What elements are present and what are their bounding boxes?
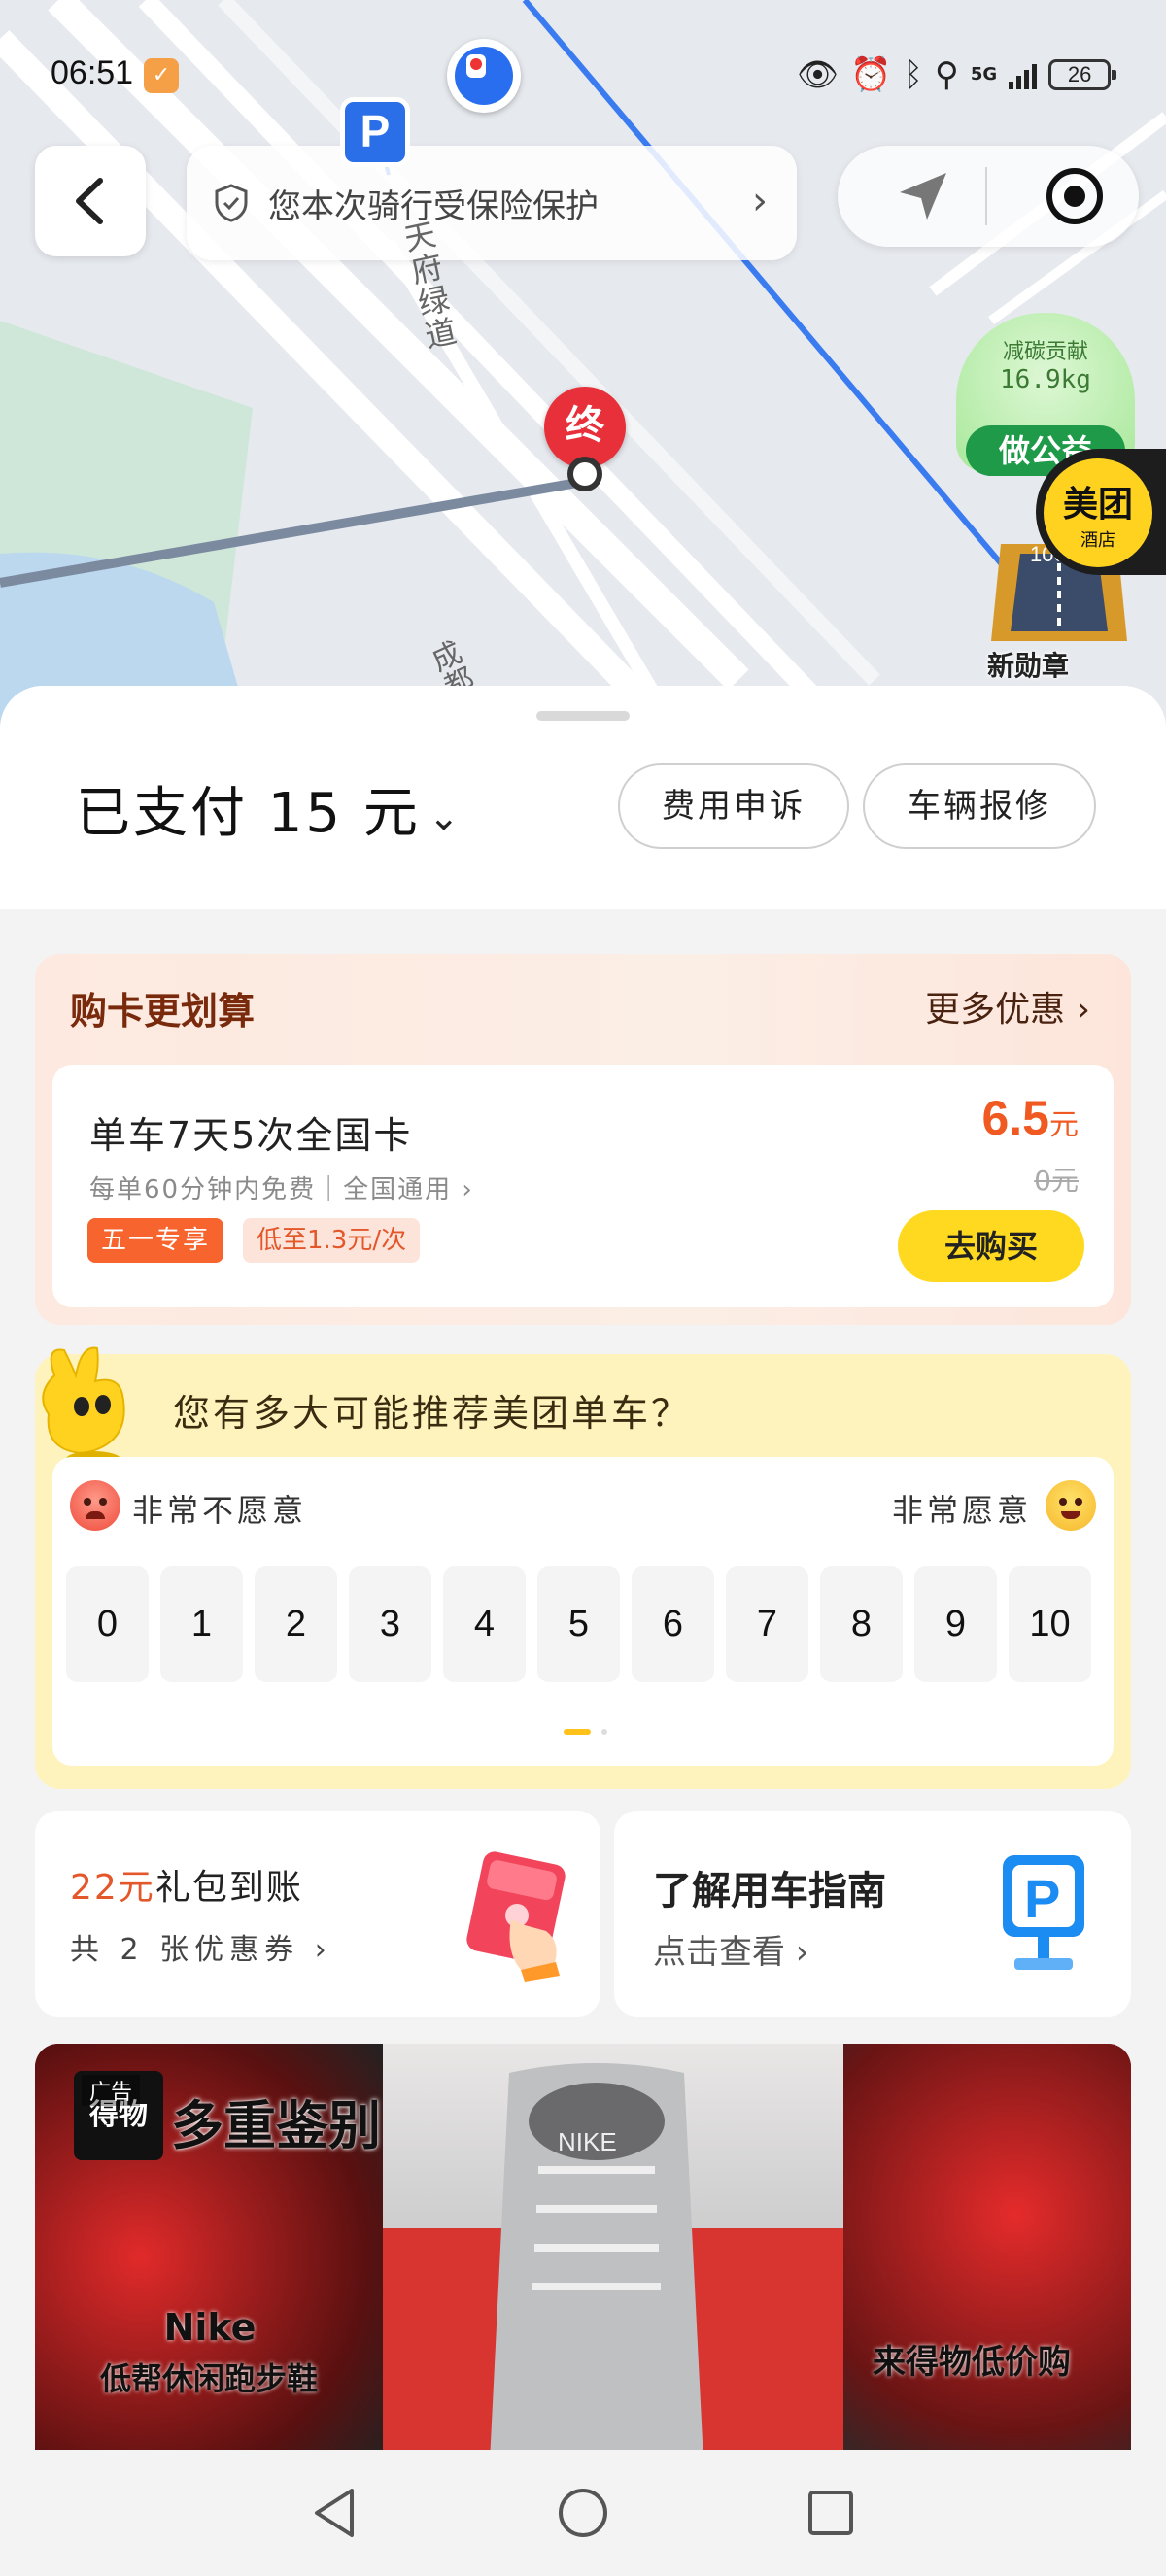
mascot-icon — [42, 1346, 125, 1467]
carousel-indicator — [564, 1721, 608, 1740]
guide-subtitle: 点击查看 › — [653, 1933, 809, 1972]
recenter-icon[interactable] — [1042, 163, 1108, 229]
location-icon: ⚲ — [934, 55, 959, 94]
score-option[interactable]: 3 — [349, 1566, 431, 1682]
gift-pack-icon — [466, 1851, 566, 1982]
bike-repair-button[interactable]: 车辆报修 — [863, 763, 1096, 849]
ad-product-brand: Nike — [163, 2306, 257, 2349]
chevron-right-icon: › — [752, 179, 768, 223]
carbon-value: 16.9kg — [1000, 365, 1091, 394]
ride-card-item[interactable]: 单车7天5次全国卡 每单60分钟内免费｜全国通用 › 五一专享 低至1.3元/次… — [52, 1065, 1114, 1307]
score-option[interactable]: 9 — [914, 1566, 997, 1682]
medal-label: 新勋章 — [987, 650, 1070, 682]
low-price-tag: 低至1.3元/次 — [243, 1218, 421, 1263]
more-offers-link[interactable]: 更多优惠 › — [925, 981, 1090, 1032]
special-tag: 五一专享 — [87, 1218, 224, 1263]
score-option[interactable]: 0 — [66, 1566, 149, 1682]
eye-icon: 👁 — [797, 55, 840, 94]
end-point-icon — [567, 457, 602, 491]
paid-amount[interactable]: 已支付 15 元 ⌄ — [76, 769, 463, 848]
angry-face-icon — [70, 1480, 120, 1531]
chevron-left-icon — [76, 178, 103, 224]
svg-text:NIKE: NIKE — [558, 2127, 617, 2156]
survey-question: 您有多大可能推荐美团单车？ — [173, 1392, 692, 1435]
meituan-logo-text: 美团 — [1062, 485, 1133, 525]
fee-appeal-button[interactable]: 费用申诉 — [618, 763, 849, 849]
sheet-drag-handle[interactable] — [536, 711, 630, 721]
card-original-price: 0元 — [1034, 1165, 1079, 1197]
score-option[interactable]: 7 — [726, 1566, 808, 1682]
guide-title: 了解用车指南 — [653, 1869, 886, 1914]
carbon-title: 减碳贡献 — [1002, 340, 1088, 364]
parking-sign-icon: P — [1003, 1855, 1084, 1970]
score-scale: 0 1 2 3 4 5 6 7 8 9 10 — [66, 1566, 1091, 1682]
app-float-icon[interactable] — [447, 39, 521, 113]
system-nav-bar — [0, 2450, 1166, 2576]
scale-high-label: 非常愿意 — [891, 1492, 1032, 1529]
score-option[interactable]: 10 — [1009, 1566, 1091, 1682]
meituan-hotel-entry[interactable]: 美团 酒店 — [1036, 449, 1166, 575]
ride-card-desc: 每单60分钟内免费｜全国通用 › — [89, 1175, 474, 1204]
buy-button[interactable]: 去购买 — [898, 1210, 1084, 1282]
nav-recents-icon[interactable] — [797, 2479, 865, 2547]
meituan-hotel-text: 酒店 — [1080, 530, 1115, 551]
ad-headline: 多重鉴别 — [171, 2095, 381, 2156]
survey-scale-panel: 非常不愿意 非常愿意 0 1 2 3 4 5 6 7 8 9 10 — [52, 1457, 1114, 1766]
ad-cta: 来得物低价购 — [873, 2343, 1071, 2382]
ad-banner[interactable]: NIKE 得物 广告 多重鉴别 Nike 低帮休闲跑步鞋 来得物低价购 — [35, 2044, 1131, 2450]
score-option[interactable]: 6 — [632, 1566, 714, 1682]
scale-low-label: 非常不愿意 — [132, 1492, 308, 1529]
nps-survey: 您有多大可能推荐美团单车？ 非常不愿意 非常愿意 0 1 2 3 4 5 6 7… — [35, 1346, 1131, 1789]
status-bar: 06:51 ✓ 👁 ⏰ ᛒ ⚲ 5G 26 — [0, 0, 1166, 146]
score-option[interactable]: 5 — [537, 1566, 620, 1682]
alarm-icon: ⏰ — [850, 55, 892, 94]
shield-badge-icon: ✓ — [144, 58, 179, 93]
gift-subtitle: 共 2 张优惠券 › — [70, 1933, 332, 1967]
paid-text: 已支付 15 元 — [76, 782, 421, 845]
insurance-notice[interactable]: 您本次骑行受保险保护 › — [187, 146, 797, 260]
status-time: 06:51 — [51, 54, 134, 91]
bluetooth-icon: ᛒ — [903, 55, 923, 94]
svg-text:P: P — [1024, 1868, 1060, 1929]
card-price: 6.5元 — [981, 1091, 1079, 1145]
sneaker-image: NIKE — [490, 2063, 703, 2450]
back-button[interactable] — [35, 146, 146, 256]
score-option[interactable]: 2 — [255, 1566, 337, 1682]
happy-face-icon — [1046, 1480, 1096, 1531]
ad-tag: 广告 — [82, 2075, 141, 2106]
status-icons: 👁 ⏰ ᛒ ⚲ 5G 26 — [797, 53, 1117, 96]
signal-icon — [1009, 60, 1038, 89]
chevron-down-icon: ⌄ — [428, 795, 463, 838]
payment-summary: 已支付 15 元 ⌄ 费用申诉 车辆报修 — [0, 686, 1166, 909]
map-tools — [838, 146, 1139, 247]
battery-icon: 26 — [1048, 59, 1117, 90]
card-promo: 购卡更划算 更多优惠 › 单车7天5次全国卡 每单60分钟内免费｜全国通用 › … — [35, 954, 1131, 1325]
parking-pin-icon[interactable]: P — [340, 97, 410, 167]
nav-back-icon[interactable] — [301, 2479, 369, 2547]
gift-card[interactable]: 22元礼包到账 共 2 张优惠券 › — [35, 1811, 600, 2017]
map-view[interactable]: 06:51 ✓ 👁 ⏰ ᛒ ⚲ 5G 26 您本次骑行受保险保护 › P 天府绿… — [0, 0, 1166, 738]
ride-card-name: 单车7天5次全国卡 — [89, 1114, 413, 1157]
score-option[interactable]: 4 — [443, 1566, 526, 1682]
guide-card[interactable]: 了解用车指南 点击查看 › P — [614, 1811, 1131, 2017]
bottom-sheet: 已支付 15 元 ⌄ 费用申诉 车辆报修 购卡更划算 更多优惠 › 单车7天5次全… — [0, 686, 1166, 2450]
gift-title: 22元礼包到账 — [70, 1868, 303, 1908]
network-type: 5G — [970, 64, 998, 85]
navigate-arrow-icon[interactable] — [894, 167, 952, 225]
card-promo-title: 购卡更划算 — [70, 990, 256, 1033]
score-option[interactable]: 1 — [160, 1566, 243, 1682]
shield-check-icon — [215, 184, 248, 222]
nav-home-icon[interactable] — [549, 2479, 617, 2547]
ad-product-image: NIKE — [383, 2044, 843, 2450]
ad-product-name: 低帮休闲跑步鞋 — [99, 2360, 318, 2397]
score-option[interactable]: 8 — [820, 1566, 903, 1682]
